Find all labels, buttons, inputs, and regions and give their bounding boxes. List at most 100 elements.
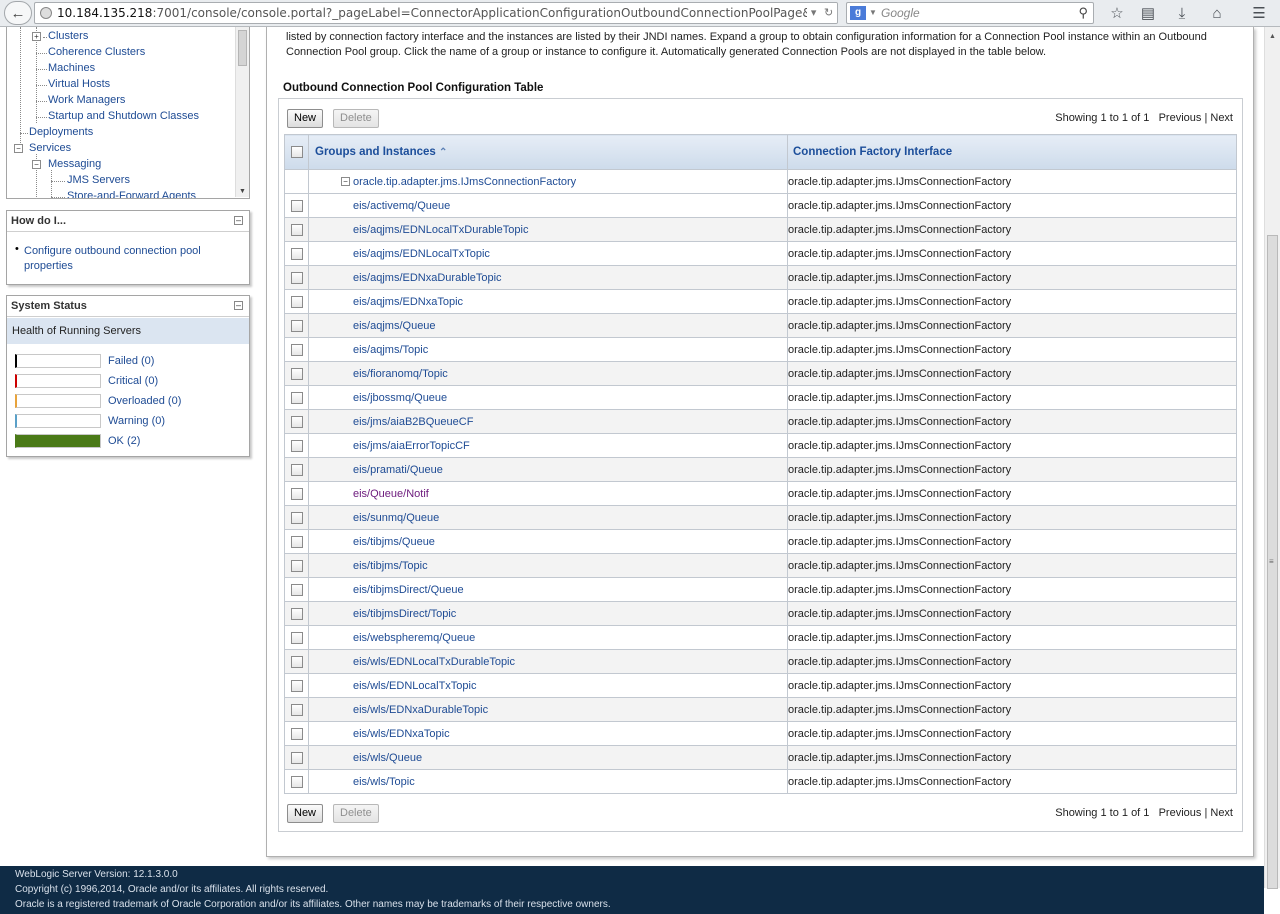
scroll-up-icon[interactable]: ▲: [1269, 33, 1276, 40]
home-icon[interactable]: ⌂: [1206, 3, 1228, 23]
instance-name-link[interactable]: eis/tibjms/Topic: [309, 560, 428, 572]
tree-item-jms-servers[interactable]: JMS Servers: [67, 174, 130, 186]
site-identity-icon[interactable]: [40, 7, 52, 19]
tree-item-deployments[interactable]: Deployments: [29, 126, 93, 138]
row-checkbox[interactable]: [290, 703, 303, 716]
row-checkbox[interactable]: [290, 295, 303, 308]
search-bar[interactable]: g ▼ Google ⚲: [846, 2, 1094, 24]
next-link[interactable]: Next: [1210, 112, 1233, 124]
row-checkbox[interactable]: [290, 535, 303, 548]
row-checkbox[interactable]: [290, 751, 303, 764]
instance-name-link[interactable]: eis/webspheremq/Queue: [309, 632, 475, 644]
instance-name-link[interactable]: eis/sunmq/Queue: [309, 512, 439, 524]
instance-name-link[interactable]: eis/jms/aiaErrorTopicCF: [309, 440, 470, 452]
row-checkbox[interactable]: [290, 463, 303, 476]
collapse-icon[interactable]: −: [14, 144, 23, 153]
page-scrollbar[interactable]: ▲ ≡: [1264, 27, 1280, 889]
select-all-checkbox[interactable]: [290, 145, 303, 158]
collapse-icon[interactable]: –: [234, 216, 243, 225]
row-checkbox[interactable]: [290, 583, 303, 596]
bookmark-star-icon[interactable]: ☆: [1106, 3, 1128, 23]
instance-name-link[interactable]: eis/wls/EDNxaTopic: [309, 728, 450, 740]
address-bar[interactable]: 10.184.135.218:7001/console/console.port…: [34, 2, 838, 24]
tree-item-store-and-forward-agents[interactable]: Store-and-Forward Agents: [67, 190, 196, 198]
instance-name-link[interactable]: eis/wls/EDNxaDurableTopic: [309, 704, 488, 716]
tree-item-clusters[interactable]: Clusters: [48, 30, 88, 42]
row-checkbox[interactable]: [290, 487, 303, 500]
instance-name-link[interactable]: eis/pramati/Queue: [309, 464, 443, 476]
row-checkbox[interactable]: [290, 391, 303, 404]
instance-name-link[interactable]: eis/activemq/Queue: [309, 200, 450, 212]
instance-name-link[interactable]: eis/wls/Topic: [309, 776, 415, 788]
instance-name-link[interactable]: eis/jms/aiaB2BQueueCF: [309, 416, 473, 428]
instance-name-link[interactable]: eis/Queue/Notif: [309, 488, 429, 500]
instance-name-link[interactable]: eis/fioranomq/Topic: [309, 368, 448, 380]
instance-name-link[interactable]: eis/wls/EDNLocalTxDurableTopic: [309, 656, 515, 668]
row-checkbox[interactable]: [290, 679, 303, 692]
back-arrow-icon[interactable]: ←: [4, 1, 32, 25]
scroll-down-icon[interactable]: ▼: [239, 188, 246, 195]
search-icon[interactable]: ⚲: [1078, 3, 1088, 23]
row-checkbox[interactable]: [290, 559, 303, 572]
health-link[interactable]: Warning (0): [108, 415, 165, 427]
row-checkbox[interactable]: [290, 247, 303, 260]
row-checkbox[interactable]: [290, 343, 303, 356]
instance-name-link[interactable]: eis/aqjms/EDNLocalTxTopic: [309, 248, 490, 260]
row-checkbox[interactable]: [290, 439, 303, 452]
tree-item-services[interactable]: Services: [29, 142, 71, 154]
tree-item-startup-shutdown-classes[interactable]: Startup and Shutdown Classes: [48, 110, 199, 122]
instance-name-link[interactable]: eis/aqjms/Topic: [309, 344, 428, 356]
tree-item-machines[interactable]: Machines: [48, 62, 95, 74]
bookmarks-list-icon[interactable]: ▤: [1137, 3, 1159, 23]
sort-ascending-icon[interactable]: ⌃: [439, 147, 447, 158]
dropdown-arrow-icon[interactable]: ▾: [811, 3, 817, 23]
collapse-icon[interactable]: −: [341, 177, 350, 187]
column-header-groups[interactable]: Groups and Instances ⌃: [308, 134, 788, 170]
health-link[interactable]: Failed (0): [108, 355, 154, 367]
row-checkbox[interactable]: [290, 655, 303, 668]
chevron-down-icon[interactable]: ▼: [869, 3, 877, 23]
instance-name-link[interactable]: eis/tibjms/Queue: [309, 536, 435, 548]
row-checkbox[interactable]: [290, 223, 303, 236]
download-icon[interactable]: ⤓: [1171, 3, 1193, 23]
next-link[interactable]: Next: [1210, 807, 1233, 819]
instance-name-link[interactable]: eis/jbossmq/Queue: [309, 392, 447, 404]
tree-item-work-managers[interactable]: Work Managers: [48, 94, 125, 106]
delete-button[interactable]: Delete: [333, 109, 379, 128]
delete-button-bottom[interactable]: Delete: [333, 804, 379, 823]
instance-name-link[interactable]: eis/wls/Queue: [309, 752, 422, 764]
row-checkbox[interactable]: [290, 727, 303, 740]
tree-item-messaging[interactable]: Messaging: [48, 158, 101, 170]
row-checkbox[interactable]: [290, 607, 303, 620]
collapse-icon[interactable]: –: [234, 301, 243, 310]
previous-link[interactable]: Previous: [1159, 112, 1202, 124]
new-button[interactable]: New: [287, 109, 324, 128]
tree-scrollbar[interactable]: ▼: [235, 27, 249, 197]
new-button-bottom[interactable]: New: [287, 804, 324, 823]
health-link[interactable]: Critical (0): [108, 375, 158, 387]
instance-name-link[interactable]: eis/aqjms/EDNxaDurableTopic: [309, 272, 502, 284]
menu-icon[interactable]: ☰: [1248, 3, 1270, 23]
instance-name-link[interactable]: eis/aqjms/EDNxaTopic: [309, 296, 463, 308]
group-name-link[interactable]: oracle.tip.adapter.jms.IJmsConnectionFac…: [353, 176, 576, 188]
health-link[interactable]: Overloaded (0): [108, 395, 181, 407]
configure-pool-link[interactable]: Configure outbound connection pool prope…: [24, 244, 224, 274]
expand-icon[interactable]: +: [32, 32, 41, 41]
column-header-interface[interactable]: Connection Factory Interface: [787, 134, 1237, 170]
instance-name-link[interactable]: eis/wls/EDNLocalTxTopic: [309, 680, 476, 692]
instance-name-link[interactable]: eis/tibjmsDirect/Topic: [309, 608, 456, 620]
row-checkbox[interactable]: [290, 631, 303, 644]
instance-name-link[interactable]: eis/aqjms/Queue: [309, 320, 436, 332]
scrollbar-thumb[interactable]: [238, 30, 247, 66]
row-checkbox[interactable]: [290, 199, 303, 212]
instance-name-link[interactable]: eis/tibjmsDirect/Queue: [309, 584, 464, 596]
row-checkbox[interactable]: [290, 775, 303, 788]
tree-item-coherence-clusters[interactable]: Coherence Clusters: [48, 46, 145, 58]
tree-item-virtual-hosts[interactable]: Virtual Hosts: [48, 78, 110, 90]
row-checkbox[interactable]: [290, 415, 303, 428]
collapse-icon[interactable]: −: [32, 160, 41, 169]
google-icon[interactable]: g: [850, 6, 866, 20]
health-link[interactable]: OK (2): [108, 435, 140, 447]
row-checkbox[interactable]: [290, 367, 303, 380]
previous-link[interactable]: Previous: [1159, 807, 1202, 819]
